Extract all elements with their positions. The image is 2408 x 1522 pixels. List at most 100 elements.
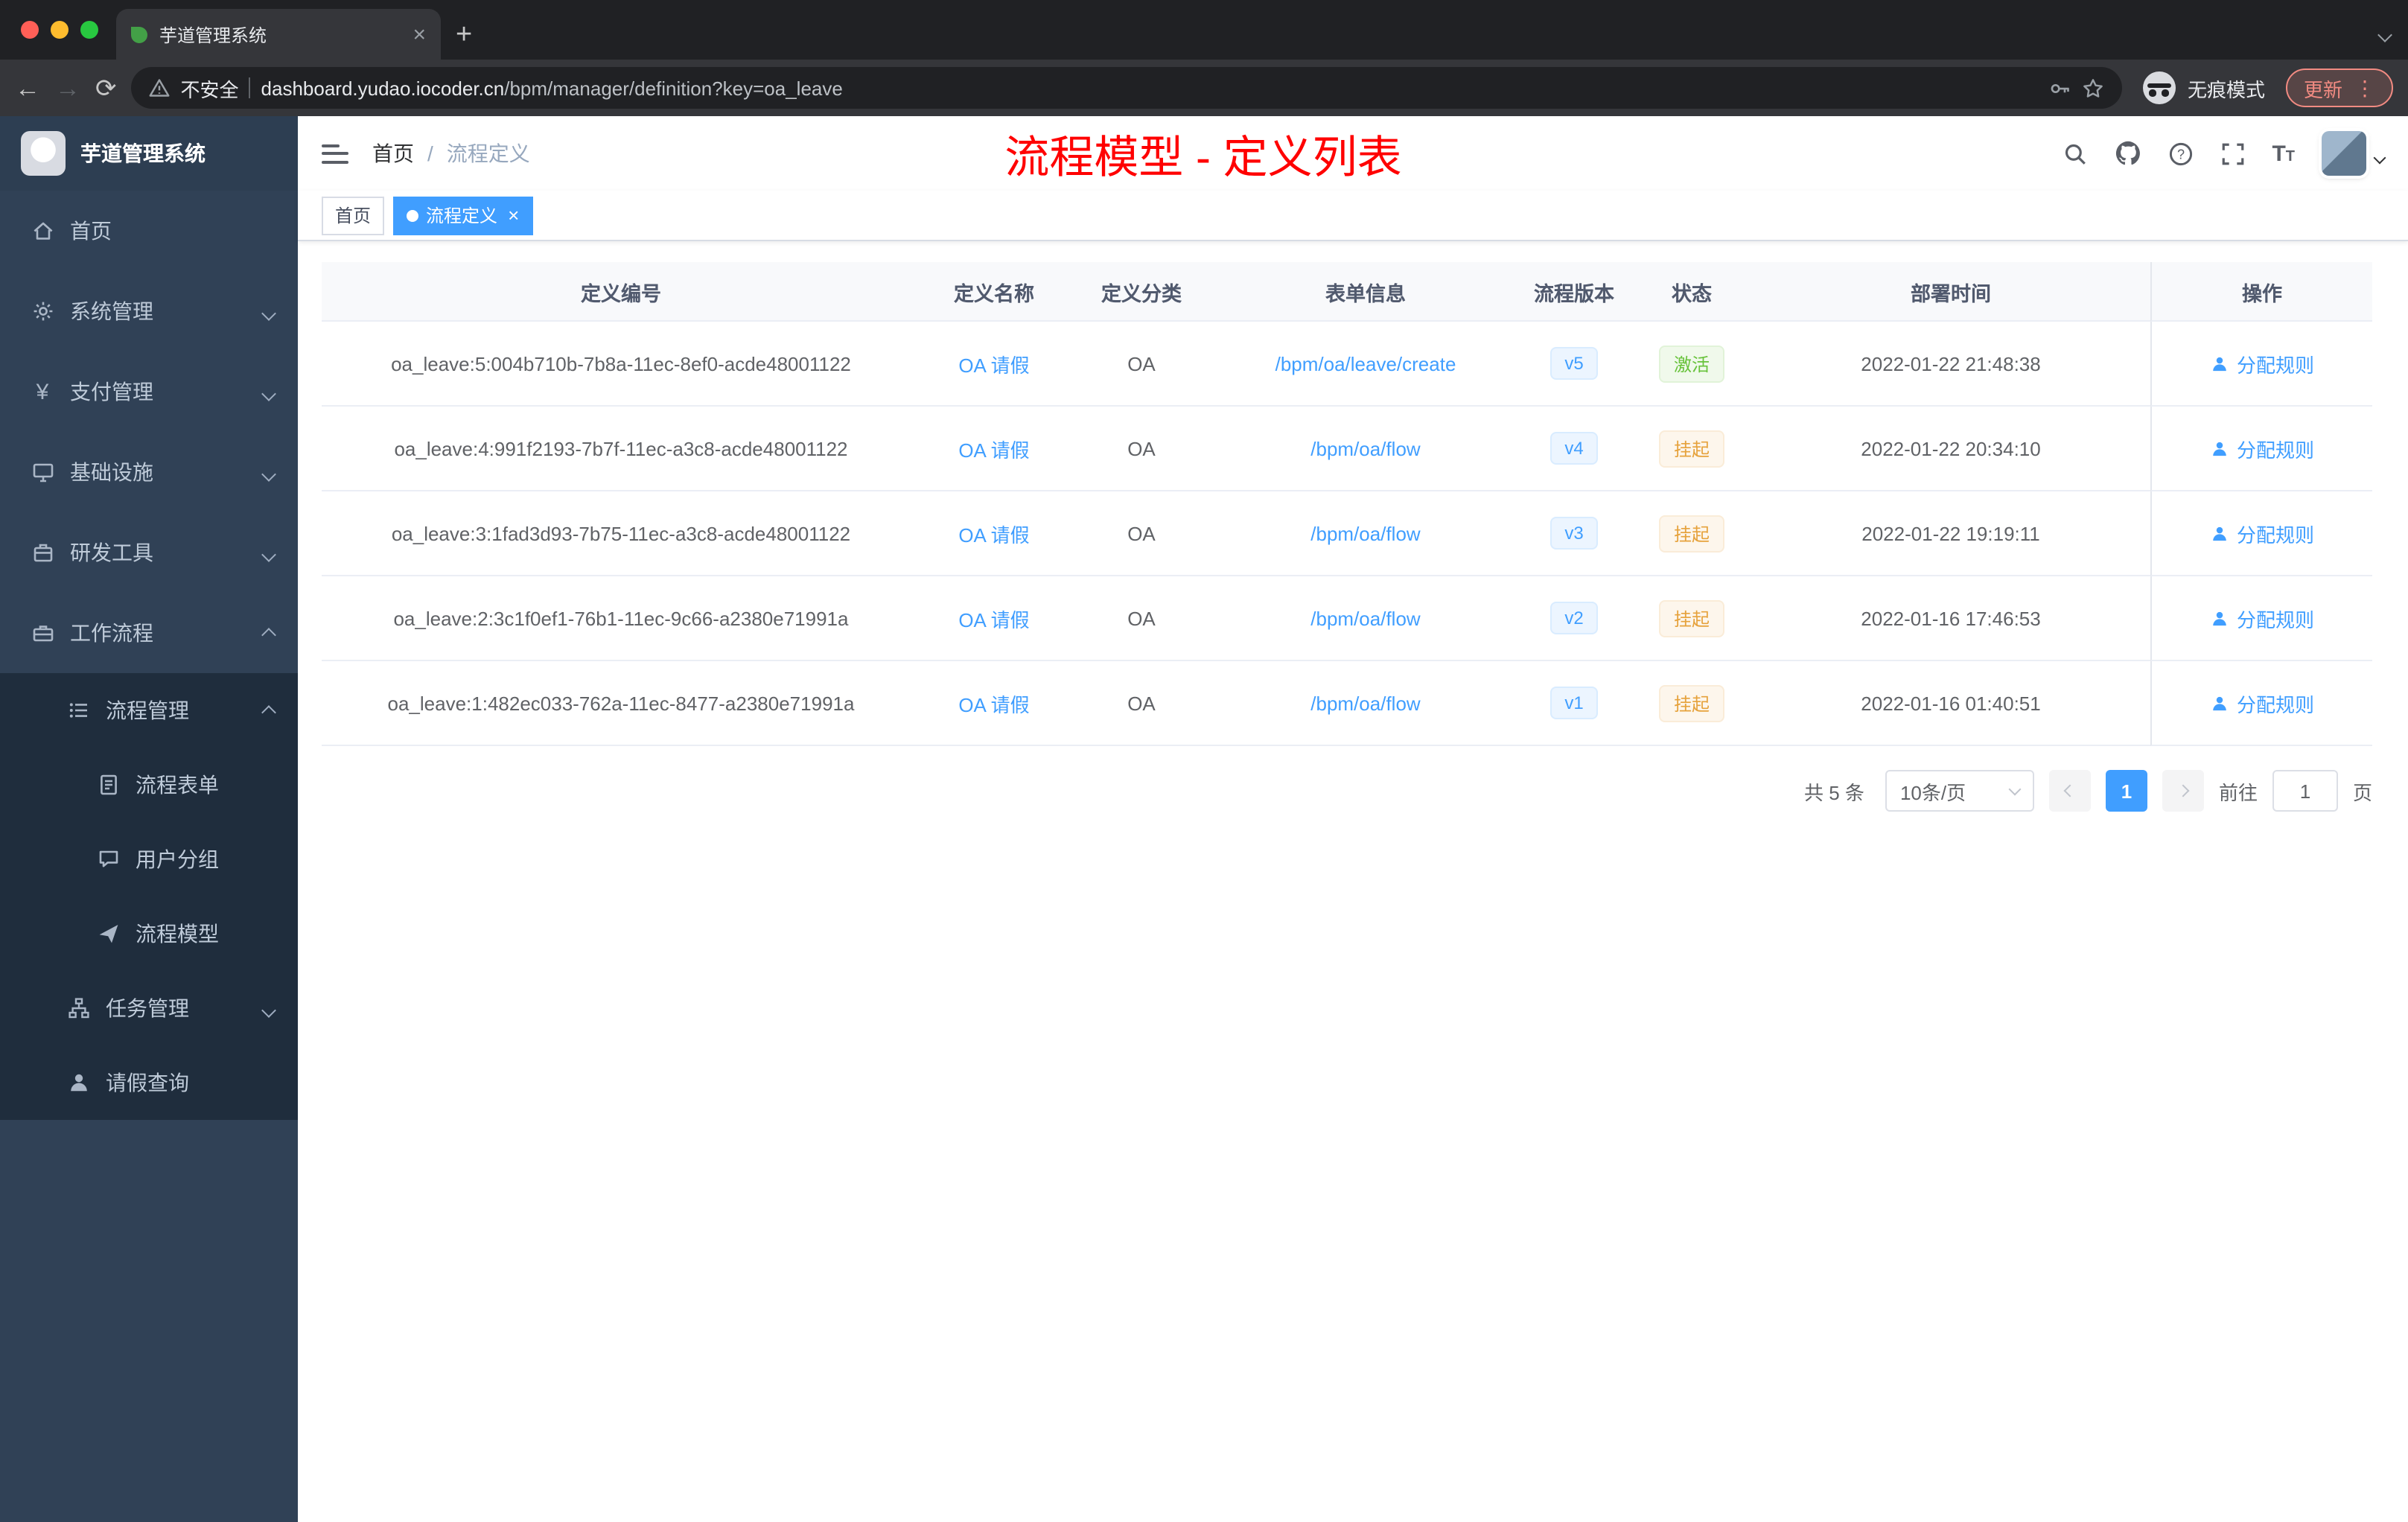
chevron-up-icon xyxy=(261,621,276,645)
minimize-window-button[interactable] xyxy=(51,21,69,39)
url-bar[interactable]: 不安全 dashboard.yudao.iocoder.cn/bpm/manag… xyxy=(131,67,2122,109)
page-number-1[interactable]: 1 xyxy=(2105,770,2147,812)
bookmark-star-icon[interactable] xyxy=(2082,77,2104,99)
next-page-button[interactable] xyxy=(2162,770,2204,812)
sidebar-collapse-icon[interactable] xyxy=(322,144,348,163)
tag-home[interactable]: 首页 xyxy=(322,196,385,235)
cell-status: 挂起 xyxy=(1632,661,1751,746)
browser-menu-icon[interactable]: ⋮ xyxy=(2354,75,2375,101)
cell-definition-id: oa_leave:1:482ec033-762a-11ec-8477-a2380… xyxy=(322,661,920,746)
select-caret-icon xyxy=(2008,783,2022,796)
pagination-total: 共 5 条 xyxy=(1804,781,1864,803)
browser-tab[interactable]: 芋道管理系统 × xyxy=(116,9,441,60)
status-badge: 挂起 xyxy=(1658,515,1724,552)
tag-label: 首页 xyxy=(335,206,372,226)
cell-category: OA xyxy=(1068,322,1215,407)
tab-strip-chevron-icon[interactable] xyxy=(2377,21,2392,48)
cell-version: v2 xyxy=(1516,576,1632,661)
refresh-icon[interactable]: ⟳ xyxy=(95,75,117,101)
breadcrumb-home[interactable]: 首页 xyxy=(372,138,414,168)
sidebar-item-label: 流程表单 xyxy=(136,773,219,797)
definition-name-link[interactable]: OA 请假 xyxy=(958,349,1029,378)
page-goto-input[interactable] xyxy=(2272,770,2338,812)
cell-version: v4 xyxy=(1516,407,1632,491)
sidebar-item-leave-query[interactable]: 请假查询 xyxy=(0,1045,298,1120)
maximize-window-button[interactable] xyxy=(80,21,98,39)
workflow-submenu: 流程管理 流程表单 用户分组 流程模型 任务管理 请假查询 xyxy=(0,673,298,1120)
sidebar-item-label: 用户分组 xyxy=(136,847,219,871)
definition-name-link[interactable]: OA 请假 xyxy=(958,434,1029,462)
form-link[interactable]: /bpm/oa/flow xyxy=(1310,692,1420,714)
page-content: 定义编号 定义名称 定义分类 表单信息 流程版本 状态 部署时间 操作 oa_l… xyxy=(298,241,2408,1522)
sidebar-item-payment[interactable]: ¥ 支付管理 xyxy=(0,351,298,432)
svg-text:?: ? xyxy=(2176,146,2184,161)
cell-definition-name: OA 请假 xyxy=(920,576,1068,661)
sidebar-item-infrastructure[interactable]: 基础设施 xyxy=(0,432,298,512)
form-link[interactable]: /bpm/oa/flow xyxy=(1310,437,1420,459)
page-annotation: 流程模型 - 定义列表 xyxy=(1004,134,1402,183)
sidebar-item-process-form[interactable]: 流程表单 xyxy=(0,748,298,822)
sidebar-item-workflow[interactable]: 工作流程 xyxy=(0,593,298,673)
screenshot-root: 芋道管理系统 × + ← → ⟳ 不安全 dashboard.yudao.ioc… xyxy=(0,0,2408,1522)
assign-rule-button[interactable]: 分配规则 xyxy=(2210,689,2314,717)
sidebar-item-label: 流程模型 xyxy=(136,922,219,946)
sidebar-item-process-management[interactable]: 流程管理 xyxy=(0,673,298,748)
status-badge: 挂起 xyxy=(1658,684,1724,722)
cell-actions: 分配规则 xyxy=(2150,576,2372,661)
cell-status: 挂起 xyxy=(1632,407,1751,491)
definition-name-link[interactable]: OA 请假 xyxy=(958,689,1029,717)
browser-update-button[interactable]: 更新 ⋮ xyxy=(2285,69,2393,107)
definition-name-link[interactable]: OA 请假 xyxy=(958,519,1029,547)
sidebar: 芋道管理系统 首页 系统管理 ¥ 支付管理 基础设施 研发工具 工作流程 流程管… xyxy=(0,116,298,1522)
tag-close-icon[interactable]: × xyxy=(508,206,519,225)
user-avatar[interactable] xyxy=(2322,131,2366,176)
update-label: 更新 xyxy=(2303,78,2342,101)
sidebar-item-task-management[interactable]: 任务管理 xyxy=(0,971,298,1045)
help-icon[interactable]: ? xyxy=(2167,141,2193,166)
back-icon[interactable]: ← xyxy=(15,75,40,101)
url-divider xyxy=(249,77,251,98)
cell-version: v3 xyxy=(1516,491,1632,576)
sidebar-item-user-group[interactable]: 用户分组 xyxy=(0,822,298,897)
font-size-icon[interactable]: TT xyxy=(2272,141,2295,166)
cell-actions: 分配规则 xyxy=(2150,322,2372,407)
definition-name-link[interactable]: OA 请假 xyxy=(958,604,1029,632)
column-header-category: 定义分类 xyxy=(1068,262,1215,322)
version-badge: v2 xyxy=(1549,602,1599,634)
tag-process-definition[interactable]: 流程定义 × xyxy=(393,196,533,235)
tab-close-icon[interactable]: × xyxy=(413,23,426,45)
new-tab-button[interactable]: + xyxy=(456,21,472,49)
github-icon[interactable] xyxy=(2114,140,2141,167)
assign-rule-button[interactable]: 分配规则 xyxy=(2210,434,2314,462)
sidebar-item-label: 请假查询 xyxy=(106,1071,189,1095)
sidebar-item-devtools[interactable]: 研发工具 xyxy=(0,512,298,593)
sidebar-item-process-model[interactable]: 流程模型 xyxy=(0,897,298,971)
page-size-select[interactable]: 10条/页 xyxy=(1885,770,2034,812)
sidebar-logo-row[interactable]: 芋道管理系统 xyxy=(0,116,298,191)
toolbox-icon xyxy=(30,541,55,564)
prev-page-button[interactable] xyxy=(2048,770,2091,812)
cell-definition-id: oa_leave:2:3c1f0ef1-76b1-11ec-9c66-a2380… xyxy=(322,576,920,661)
form-link[interactable]: /bpm/oa/leave/create xyxy=(1275,352,1456,375)
search-icon[interactable] xyxy=(2062,141,2087,166)
paper-plane-icon xyxy=(95,922,121,946)
user-menu[interactable] xyxy=(2322,131,2386,176)
sidebar-item-system[interactable]: 系统管理 xyxy=(0,271,298,351)
form-link[interactable]: /bpm/oa/flow xyxy=(1310,607,1420,629)
window-controls xyxy=(21,21,98,39)
not-secure-warning-icon[interactable] xyxy=(150,77,171,98)
cell-category: OA xyxy=(1068,407,1215,491)
close-window-button[interactable] xyxy=(21,21,39,39)
assign-rule-button[interactable]: 分配规则 xyxy=(2210,604,2314,632)
sidebar-item-label: 首页 xyxy=(70,219,112,243)
forward-icon[interactable]: → xyxy=(55,75,80,101)
form-link[interactable]: /bpm/oa/flow xyxy=(1310,522,1420,544)
sidebar-item-home[interactable]: 首页 xyxy=(0,191,298,271)
document-icon xyxy=(95,773,121,797)
column-header-actions: 操作 xyxy=(2150,262,2372,322)
assign-rule-button[interactable]: 分配规则 xyxy=(2210,519,2314,547)
fullscreen-icon[interactable] xyxy=(2220,141,2245,166)
assign-rule-button[interactable]: 分配规则 xyxy=(2210,349,2314,378)
security-label[interactable]: 不安全 xyxy=(181,74,239,102)
password-key-icon[interactable] xyxy=(2049,77,2071,99)
